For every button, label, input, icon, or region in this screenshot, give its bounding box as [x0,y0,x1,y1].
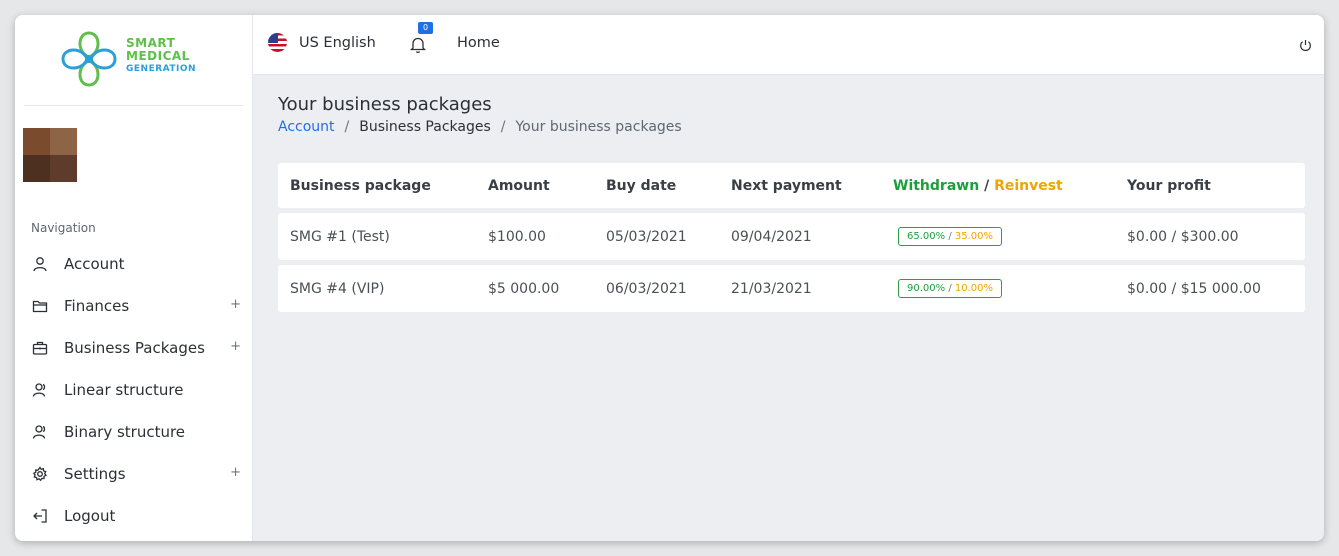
sidebar-item-label: Business Packages [64,339,205,357]
breadcrumb: Account / Business Packages / Your busin… [278,119,682,135]
sidebar-item-label: Linear structure [64,381,184,399]
sidebar-item-business-packages[interactable]: Business Packages + [15,327,253,369]
logo[interactable]: SMART MEDICAL GENERATION [57,27,207,91]
ratio-slash: / [945,283,955,294]
nav-heading: Navigation [31,221,96,235]
cell-amount: $100.00 [488,228,546,245]
cell-next-payment: 09/04/2021 [731,228,812,245]
sidebar-item-label: Logout [64,507,116,525]
logout-icon [31,507,49,525]
users-icon [31,423,49,441]
sidebar-item-label: Finances [64,297,130,315]
cell-buy-date: 05/03/2021 [606,228,687,245]
notification-badge: 0 [418,22,433,34]
breadcrumb-separator: / [344,119,350,135]
sidebar-item-settings[interactable]: Settings + [15,453,253,495]
ratio-slash: / [945,231,955,242]
briefcase-icon [31,339,49,357]
breadcrumb-separator: / [500,119,506,135]
language-label: US English [299,34,376,51]
sidebar-item-finances[interactable]: Finances + [15,285,253,327]
bell-icon[interactable] [409,35,427,55]
cell-profit: $0.00 / $300.00 [1127,228,1239,245]
sidebar-item-binary-structure[interactable]: Binary structure [15,411,253,453]
header-buy-date: Buy date [606,177,677,194]
sidebar-nav: Account Finances + Business Packages + L… [15,243,253,537]
page-title: Your business packages [278,94,492,115]
breadcrumb-current: Your business packages [515,119,682,135]
logo-text: SMART MEDICAL GENERATION [126,37,196,76]
sidebar-item-logout[interactable]: Logout [15,495,253,537]
gear-icon [31,465,49,483]
ratio-badge: 90.00% / 10.00% [898,279,1003,298]
withdrawn-value: 90.00% [907,283,946,294]
expand-icon[interactable]: + [230,465,241,480]
reinvest-value: 10.00% [954,283,994,294]
table-row: SMG #4 (VIP) $5 000.00 06/03/2021 21/03/… [278,265,1305,312]
header-slash: / [984,177,990,194]
us-flag-icon [268,33,287,52]
cell-next-payment: 21/03/2021 [731,280,812,297]
user-icon [31,255,49,273]
header-withdrawn-reinvest: Withdrawn / Reinvest [893,178,1063,194]
sidebar-item-account[interactable]: Account [15,243,253,285]
cell-package: SMG #4 (VIP) [290,280,385,297]
header-reinvest: Reinvest [994,177,1063,194]
header-withdrawn: Withdrawn [893,177,980,194]
app-window: SMART MEDICAL GENERATION Navigation Acco… [15,15,1324,541]
reinvest-value: 35.00% [954,231,994,242]
power-icon[interactable] [1299,39,1312,52]
logo-line-2: MEDICAL [126,49,190,63]
cell-ratio: 90.00% / 10.00% [893,279,1003,298]
sidebar-divider [24,105,243,106]
breadcrumb-account-link[interactable]: Account [278,119,335,135]
ratio-badge: 65.00% / 35.00% [898,227,1003,246]
sidebar-item-linear-structure[interactable]: Linear structure [15,369,253,411]
topbar: US English 0 Home [253,15,1324,75]
main-content: Your business packages Account / Busines… [253,75,1324,541]
sidebar-item-label: Account [64,255,125,273]
sidebar-item-label: Settings [64,465,126,483]
withdrawn-value: 65.00% [907,231,946,242]
cell-ratio: 65.00% / 35.00% [893,227,1003,246]
expand-icon[interactable]: + [230,297,241,312]
avatar[interactable] [23,128,77,182]
header-amount: Amount [488,177,550,194]
header-next-payment: Next payment [731,177,842,194]
cell-profit: $0.00 / $15 000.00 [1127,280,1261,297]
home-link[interactable]: Home [457,35,500,51]
sidebar: SMART MEDICAL GENERATION Navigation Acco… [15,15,253,541]
cell-package: SMG #1 (Test) [290,228,390,245]
expand-icon[interactable]: + [230,339,241,354]
cell-buy-date: 06/03/2021 [606,280,687,297]
logo-line-3: GENERATION [126,64,197,74]
folder-icon [31,297,49,315]
logo-emblem-icon [61,31,117,87]
table-header-row: Business package Amount Buy date Next pa… [278,163,1305,208]
sidebar-item-label: Binary structure [64,423,186,441]
language-selector[interactable]: US English [268,33,376,52]
packages-table: Business package Amount Buy date Next pa… [278,163,1305,317]
header-business-package: Business package [290,177,431,194]
header-your-profit: Your profit [1127,177,1211,194]
table-row: SMG #1 (Test) $100.00 05/03/2021 09/04/2… [278,213,1305,260]
breadcrumb-business-packages[interactable]: Business Packages [359,119,491,135]
cell-amount: $5 000.00 [488,280,560,297]
users-icon [31,381,49,399]
